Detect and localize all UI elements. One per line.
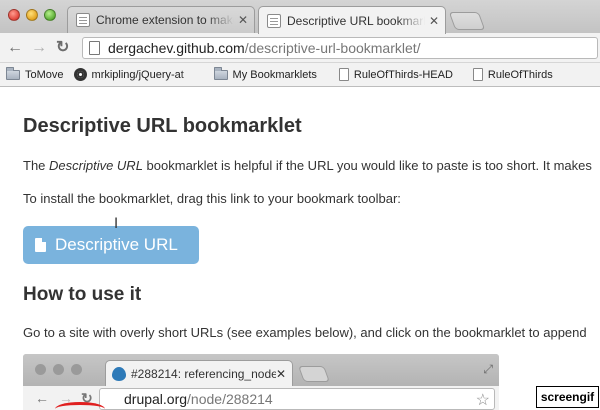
bookmark-ruleofthirds[interactable]: RuleOfThirds bbox=[472, 68, 553, 81]
page-icon bbox=[35, 238, 46, 252]
page-favicon-icon bbox=[267, 13, 281, 28]
text-cursor-icon: I bbox=[114, 216, 119, 232]
bookmark-label: mrkipling/jQuery-at bbox=[91, 68, 184, 81]
minimize-window-button[interactable] bbox=[26, 9, 38, 21]
embedded-new-tab-icon bbox=[298, 366, 330, 382]
window-button-icon bbox=[35, 364, 46, 375]
bookmark-label: My Bookmarklets bbox=[232, 68, 317, 81]
tab-close-icon[interactable]: ✕ bbox=[238, 13, 248, 27]
tab-close-icon: ✕ bbox=[275, 366, 286, 381]
bookmark-label: ToMove bbox=[25, 68, 64, 81]
install-instructions: To install the bookmarklet, drag this li… bbox=[23, 191, 401, 206]
url-host: dergachev.github.com bbox=[108, 40, 245, 56]
browser-toolbar: ← → ↻ dergachev.github.com /descriptive-… bbox=[0, 33, 600, 63]
page-content: Descriptive URL bookmarklet The Descript… bbox=[0, 88, 600, 410]
intro-prefix: The bbox=[23, 158, 50, 173]
star-icon: ☆ bbox=[475, 392, 490, 409]
tab-close-icon[interactable]: ✕ bbox=[429, 14, 439, 28]
expand-icon: ⤢ bbox=[483, 362, 493, 376]
page-icon bbox=[338, 68, 349, 81]
bookmarklet-label: Descriptive URL bbox=[55, 235, 178, 254]
embedded-tab-strip: #288214: referencing_node ✕ ⤢ bbox=[23, 354, 499, 386]
embedded-url-host: drupal.org bbox=[124, 391, 188, 407]
reload-icon[interactable]: ↻ bbox=[56, 38, 69, 58]
new-tab-button[interactable] bbox=[448, 12, 486, 30]
folder-icon bbox=[213, 66, 228, 80]
watermark-logo: screengif bbox=[536, 386, 599, 408]
page-favicon-icon bbox=[76, 13, 90, 27]
red-annotation-mark bbox=[55, 402, 105, 410]
bookmark-label: RuleOfThirds-HEAD bbox=[353, 68, 453, 81]
bookmark-ruleofthirds-head[interactable]: RuleOfThirds-HEAD bbox=[338, 68, 453, 81]
intro-rest: bookmarklet is helpful if the URL you wo… bbox=[142, 158, 592, 173]
forward-arrow-icon[interactable]: → bbox=[31, 38, 47, 58]
url-path: /descriptive-url-bookmarklet/ bbox=[244, 40, 421, 56]
intro-emphasis: Descriptive URL bbox=[49, 158, 143, 173]
window-button-icon bbox=[71, 364, 82, 375]
back-arrow-icon: ← bbox=[35, 390, 49, 406]
drupal-icon bbox=[112, 366, 126, 381]
embedded-address-bar: drupal.org /node/288214 ☆ bbox=[99, 388, 495, 410]
address-bar[interactable]: dergachev.github.com /descriptive-url-bo… bbox=[82, 37, 598, 59]
tab-title: Descriptive URL bookmarklet bbox=[287, 13, 425, 28]
window-button-icon bbox=[53, 364, 64, 375]
intro-paragraph: The Descriptive URL bookmarklet is helpf… bbox=[23, 158, 592, 173]
bookmark-jquery-at[interactable]: mrkipling/jQuery-at bbox=[73, 68, 202, 81]
folder-icon bbox=[6, 66, 20, 80]
embedded-url-path: /node/288214 bbox=[187, 391, 273, 407]
github-icon bbox=[73, 68, 87, 81]
page-title: Descriptive URL bookmarklet bbox=[23, 115, 302, 137]
example-screenshot: #288214: referencing_node ✕ ⤢ ← → ↻ drup… bbox=[23, 354, 499, 410]
page-icon bbox=[89, 41, 100, 55]
bookmark-folder-tomove[interactable]: ToMove bbox=[6, 66, 64, 81]
tab-descriptive-url[interactable]: Descriptive URL bookmarklet ✕ bbox=[258, 6, 446, 34]
bookmarklet-link[interactable]: Descriptive URL bbox=[23, 226, 199, 264]
bookmarks-bar: ToMove mrkipling/jQuery-at My Bookmarkle… bbox=[0, 63, 600, 87]
howto-paragraph: Go to a site with overly short URLs (see… bbox=[23, 325, 587, 340]
tab-strip: Chrome extension to make a ✕ Descriptive… bbox=[0, 0, 600, 34]
zoom-window-button[interactable] bbox=[44, 9, 56, 21]
tab-title: Chrome extension to make a bbox=[96, 13, 234, 27]
page-icon bbox=[472, 68, 483, 81]
tab-chrome-extension[interactable]: Chrome extension to make a ✕ bbox=[67, 6, 255, 33]
embedded-tab: #288214: referencing_node ✕ bbox=[105, 360, 293, 386]
close-window-button[interactable] bbox=[8, 9, 20, 21]
back-arrow-icon[interactable]: ← bbox=[7, 38, 23, 58]
embedded-tab-title: #288214: referencing_node bbox=[131, 366, 276, 381]
section-heading-how-to-use: How to use it bbox=[23, 284, 142, 305]
bookmark-folder-my-bookmarklets[interactable]: My Bookmarklets bbox=[213, 66, 317, 81]
bookmark-label: RuleOfThirds bbox=[487, 68, 553, 81]
